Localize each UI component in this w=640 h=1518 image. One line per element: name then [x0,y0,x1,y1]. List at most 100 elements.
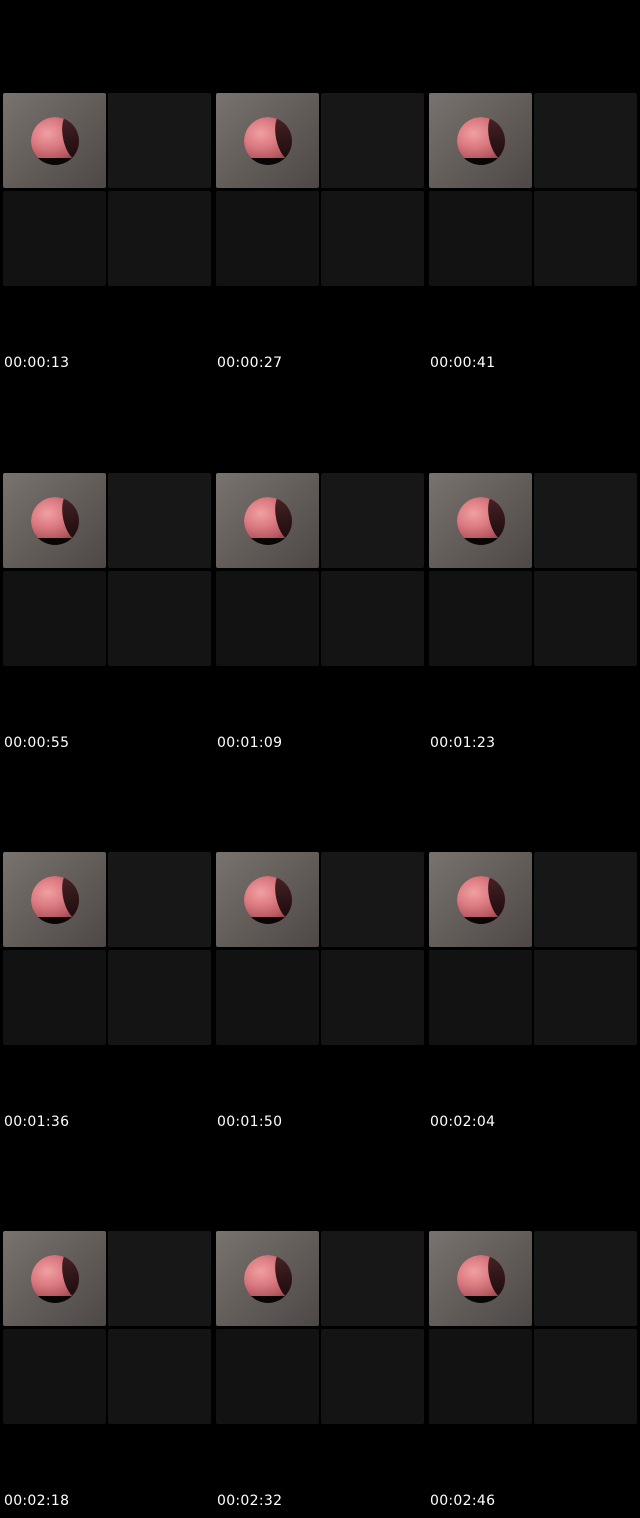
frame-timestamp: 00:00:13 [4,355,70,371]
tissue-fold-shadow [58,497,79,543]
frame-tile-dark [216,1329,319,1424]
tissue-image [244,497,292,543]
frame-tile-camera-view [429,473,532,568]
frame-tile-dark [321,571,424,666]
frame-cell: 00:02:46 [426,1138,639,1518]
frame-tile-dark [3,191,106,286]
frame-timestamp: 00:02:04 [430,1114,496,1130]
tissue-image [244,876,292,922]
frame-tile-dark [108,1329,211,1424]
frame-tile-dark [216,191,319,286]
frame-tile-camera-view [3,473,106,568]
frame-tile-dark [108,93,211,188]
frame-tile-dark [108,571,211,666]
frame-tile-dark [429,1329,532,1424]
tissue-image [457,497,505,543]
tissue-fold-shadow [484,117,505,163]
frame-tile-dark [3,571,106,666]
frame-cell: 00:02:04 [426,759,639,1139]
frame-tile-dark [321,852,424,947]
frame-cell: 00:02:18 [0,1138,213,1518]
frame-timestamp: 00:01:23 [430,735,496,751]
tissue-image [457,876,505,922]
frame-tile-dark [108,950,211,1045]
tissue-fold-shadow [271,497,292,543]
frame-tile-dark [429,950,532,1045]
endoscope-lens-icon [457,497,505,545]
frame-tile-dark [321,1329,424,1424]
contact-sheet-grid: 00:00:13 00:00:27 00:00:41 00:00:55 00:01:09… [0,0,640,1518]
frame-tile-dark [321,191,424,286]
frame-thumbnail [429,852,637,1045]
tissue-fold-shadow [484,497,505,543]
frame-thumbnail [216,473,424,666]
tissue-image [244,117,292,163]
frame-tile-dark [216,571,319,666]
endoscope-lens-icon [457,117,505,165]
frame-cell: 00:00:55 [0,380,213,760]
frame-cell: 00:01:50 [213,759,426,1139]
frame-timestamp: 00:02:46 [430,1493,496,1509]
endoscope-lens-icon [244,876,292,924]
tissue-fold-shadow [58,117,79,163]
frame-tile-camera-view [216,1231,319,1326]
frame-thumbnail [429,93,637,286]
frame-tile-dark [216,950,319,1045]
frame-timestamp: 00:01:09 [217,735,283,751]
tissue-fold-shadow [58,1255,79,1301]
frame-tile-dark [534,191,637,286]
tissue-image [31,1255,79,1301]
frame-thumbnail [3,473,211,666]
tissue-fold-shadow [271,1255,292,1301]
frame-timestamp: 00:02:18 [4,1493,70,1509]
frame-tile-dark [321,950,424,1045]
tissue-fold-shadow [271,117,292,163]
frame-cell: 00:00:13 [0,0,213,380]
frame-timestamp: 00:01:50 [217,1114,283,1130]
frame-tile-camera-view [216,93,319,188]
frame-tile-dark [108,473,211,568]
frame-timestamp: 00:00:41 [430,355,496,371]
endoscope-lens-icon [31,1255,79,1303]
frame-tile-camera-view [216,852,319,947]
frame-tile-dark [108,852,211,947]
tissue-fold-shadow [271,876,292,922]
endoscope-lens-icon [457,1255,505,1303]
tissue-image [457,117,505,163]
frame-cell: 00:02:32 [213,1138,426,1518]
tissue-fold-shadow [484,876,505,922]
frame-tile-dark [321,473,424,568]
frame-tile-dark [3,950,106,1045]
frame-tile-dark [534,1329,637,1424]
tissue-image [31,497,79,543]
frame-tile-camera-view [3,1231,106,1326]
frame-thumbnail [3,93,211,286]
frame-tile-camera-view [216,473,319,568]
frame-tile-dark [321,93,424,188]
endoscope-lens-icon [31,497,79,545]
frame-cell: 00:01:09 [213,380,426,760]
frame-thumbnail [3,852,211,1045]
frame-tile-dark [534,950,637,1045]
tissue-fold-shadow [484,1255,505,1301]
frame-tile-camera-view [3,852,106,947]
frame-tile-dark [108,191,211,286]
tissue-image [457,1255,505,1301]
frame-timestamp: 00:01:36 [4,1114,70,1130]
frame-tile-dark [534,1231,637,1326]
endoscope-lens-icon [244,497,292,545]
frame-tile-dark [429,191,532,286]
frame-timestamp: 00:00:55 [4,735,70,751]
endoscope-lens-icon [457,876,505,924]
frame-thumbnail [216,852,424,1045]
tissue-fold-shadow [58,876,79,922]
tissue-image [244,1255,292,1301]
frame-tile-camera-view [429,1231,532,1326]
frame-tile-dark [534,852,637,947]
endoscope-lens-icon [244,1255,292,1303]
frame-thumbnail [3,1231,211,1424]
frame-timestamp: 00:00:27 [217,355,283,371]
frame-tile-camera-view [429,93,532,188]
frame-tile-dark [3,1329,106,1424]
frame-thumbnail [429,473,637,666]
